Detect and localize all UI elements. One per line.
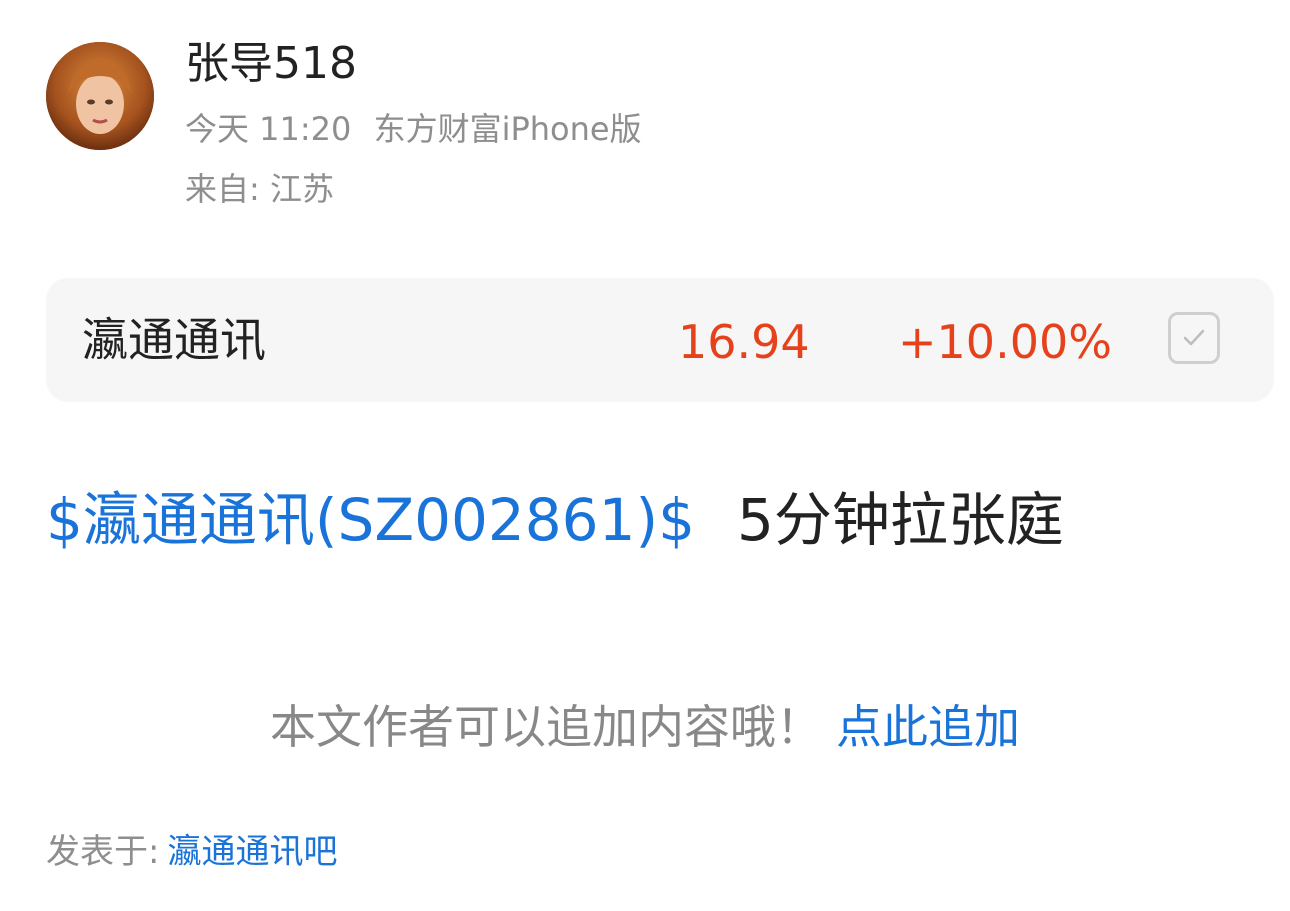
post-location: 来自: 江苏 (185, 170, 334, 208)
post-body: $瀛通通讯(SZ002861)$ 5分钟拉张庭 (46, 480, 1064, 560)
post-time: 今天 11:20 (185, 110, 352, 148)
post-text: 5分钟拉张庭 (737, 486, 1064, 554)
avatar[interactable] (46, 42, 154, 150)
post-meta: 今天 11:20 东方财富iPhone版 (185, 106, 642, 152)
posted-label: 发表于: (46, 832, 160, 872)
post-client: 东方财富iPhone版 (373, 110, 642, 148)
forum-link[interactable]: 瀛通通讯吧 (167, 832, 337, 872)
add-to-watchlist-checkbox[interactable] (1168, 312, 1220, 364)
stock-card[interactable]: 瀛通通讯 16.94 +10.00% (46, 278, 1274, 402)
stock-card-change: +10.00% (898, 315, 1112, 369)
stock-card-price: 16.94 (678, 315, 810, 369)
stock-card-name: 瀛通通讯 (82, 313, 266, 367)
posted-in: 发表于: 瀛通通讯吧 (46, 828, 337, 876)
stock-tag-link[interactable]: $瀛通通讯(SZ002861)$ (46, 486, 695, 554)
append-content-link[interactable]: 点此追加 (836, 700, 1020, 754)
author-name[interactable]: 张导518 (185, 36, 357, 92)
check-icon (1183, 329, 1205, 346)
append-hint: 本文作者可以追加内容哦！ (270, 700, 822, 754)
avatar-image (46, 42, 154, 150)
append-prompt: 本文作者可以追加内容哦！ 点此追加 (0, 696, 1290, 758)
